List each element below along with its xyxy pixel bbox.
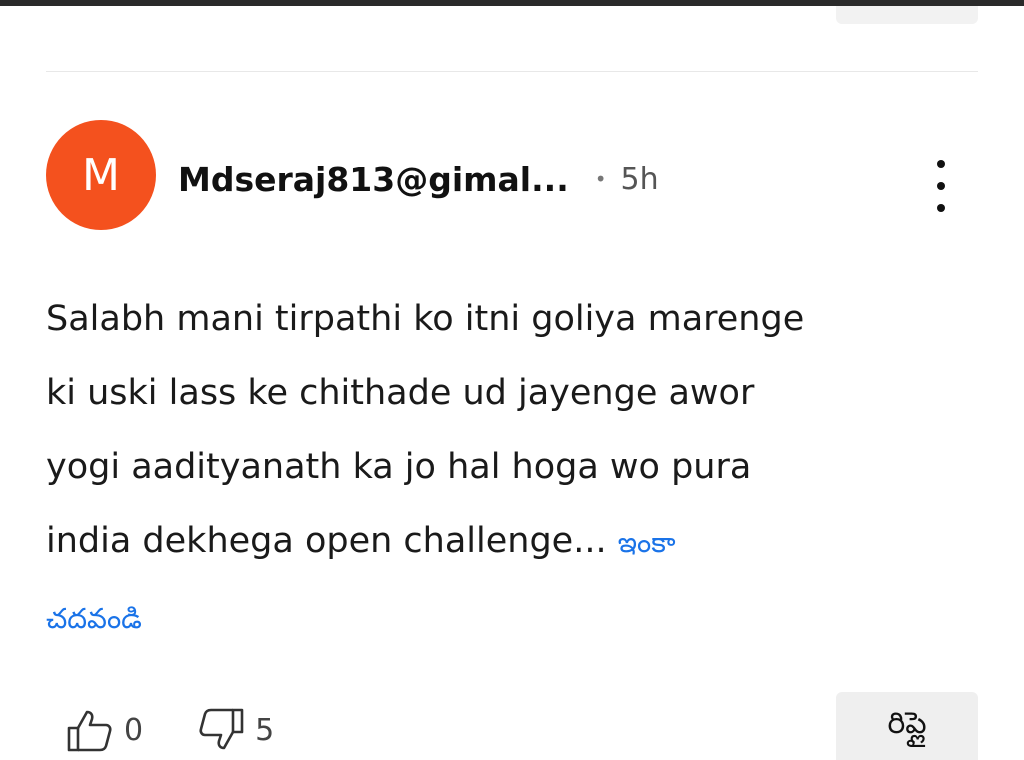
more-vert-icon[interactable] — [926, 160, 956, 212]
thumbs-down-icon — [199, 708, 244, 750]
comment-divider — [46, 71, 978, 72]
comment-line: చదవండి — [46, 580, 976, 656]
dislike-count: 5 — [255, 712, 275, 748]
previous-reply-button[interactable] — [836, 6, 978, 24]
read-more-link[interactable]: ఇంకా — [618, 526, 676, 559]
reply-button[interactable]: రిప్లై — [836, 692, 978, 760]
kebab-dot — [937, 182, 945, 190]
reply-label: రిప్లై — [887, 706, 927, 741]
kebab-dot — [937, 204, 945, 212]
dot-separator: • — [594, 167, 607, 191]
like-button[interactable]: 0 — [66, 708, 143, 752]
like-count: 0 — [124, 712, 144, 748]
read-more-link-continued[interactable]: చదవండి — [46, 602, 142, 635]
comment-text: Salabh mani tirpathi ko itni goliya mare… — [46, 282, 976, 656]
avatar-letter: M — [82, 149, 120, 201]
comment-screen: M Mdseraj813@gimal... • 5h Salabh mani t… — [0, 0, 1024, 760]
comment-line-text: india dekhega open challenge... — [46, 521, 607, 561]
thumbs-up-icon — [67, 710, 112, 752]
comment-actions: 0 5 — [66, 700, 274, 760]
kebab-dot — [937, 160, 945, 168]
dislike-button[interactable]: 5 — [197, 708, 274, 752]
username[interactable]: Mdseraj813@gimal... — [178, 160, 569, 199]
avatar[interactable]: M — [46, 120, 156, 230]
comment-line: yogi aadityanath ka jo hal hoga wo pura — [46, 447, 752, 487]
comment-header: Mdseraj813@gimal... • 5h — [178, 154, 659, 204]
comment-line: Salabh mani tirpathi ko itni goliya mare… — [46, 299, 805, 339]
comment-line: ki uski lass ke chithade ud jayenge awor — [46, 373, 755, 413]
timestamp: 5h — [620, 161, 659, 197]
comment-line: india dekhega open challenge... ఇంకా — [46, 504, 976, 580]
